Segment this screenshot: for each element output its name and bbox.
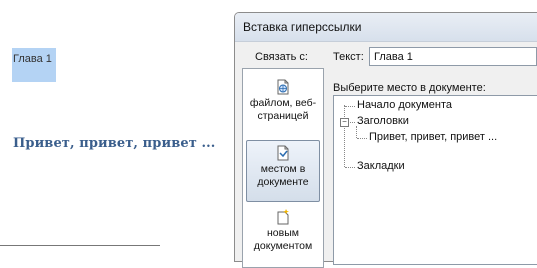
link-existing-file-button[interactable]: файлом, веб- страницей bbox=[246, 75, 320, 137]
tree-connector-root bbox=[344, 105, 345, 167]
link-new-document-label-1: новым bbox=[267, 227, 299, 239]
tree-connector-child bbox=[356, 126, 357, 138]
tree-connector-start bbox=[345, 106, 355, 107]
link-place-in-document-label-1: местом в bbox=[260, 163, 306, 175]
tree-item-heading-privet[interactable]: Привет, привет, привет ... bbox=[369, 131, 497, 143]
display-text-input[interactable] bbox=[369, 47, 537, 66]
collapse-headings-toggle[interactable]: − bbox=[340, 118, 349, 127]
link-new-document-button[interactable]: новым документом bbox=[246, 205, 320, 267]
link-to-panel: файлом, веб- страницей местом в документ… bbox=[242, 68, 324, 268]
web-page-icon bbox=[277, 79, 289, 95]
link-to-label: Связать с: bbox=[255, 51, 308, 63]
page-divider bbox=[0, 245, 160, 246]
tree-item-start-of-document[interactable]: Начало документа bbox=[357, 99, 452, 111]
document-place-tree[interactable]: Начало документа − Заголовки Привет, при… bbox=[333, 95, 537, 265]
insert-hyperlink-dialog: Вставка гиперссылки Связать с: файлом, в… bbox=[234, 12, 537, 268]
select-place-label: Выберите место в документе: bbox=[333, 82, 486, 94]
text-field-label: Текст: bbox=[333, 51, 364, 63]
tree-connector-heading-item bbox=[357, 138, 367, 139]
tree-connector-headings bbox=[350, 122, 355, 123]
dialog-title: Вставка гиперссылки bbox=[235, 13, 537, 42]
selected-heading-text[interactable]: Глава 1 bbox=[12, 48, 56, 82]
document-area[interactable]: Глава 1 Привет, привет, привет ... bbox=[0, 0, 236, 249]
link-new-document-label-2: документом bbox=[253, 240, 313, 252]
new-document-icon bbox=[277, 209, 289, 225]
link-existing-file-label-1: файлом, веб- bbox=[249, 97, 317, 109]
link-place-in-document-label-2: документе bbox=[257, 176, 309, 188]
link-existing-file-label-2: страницей bbox=[257, 110, 309, 122]
place-in-document-icon bbox=[277, 145, 289, 161]
tree-connector-bookmarks bbox=[345, 167, 355, 168]
tree-item-headings[interactable]: Заголовки bbox=[357, 115, 409, 127]
document-body-heading[interactable]: Привет, привет, привет ... bbox=[13, 136, 215, 151]
tree-item-bookmarks[interactable]: Закладки bbox=[357, 160, 405, 172]
link-place-in-document-button[interactable]: местом в документе bbox=[246, 140, 320, 202]
